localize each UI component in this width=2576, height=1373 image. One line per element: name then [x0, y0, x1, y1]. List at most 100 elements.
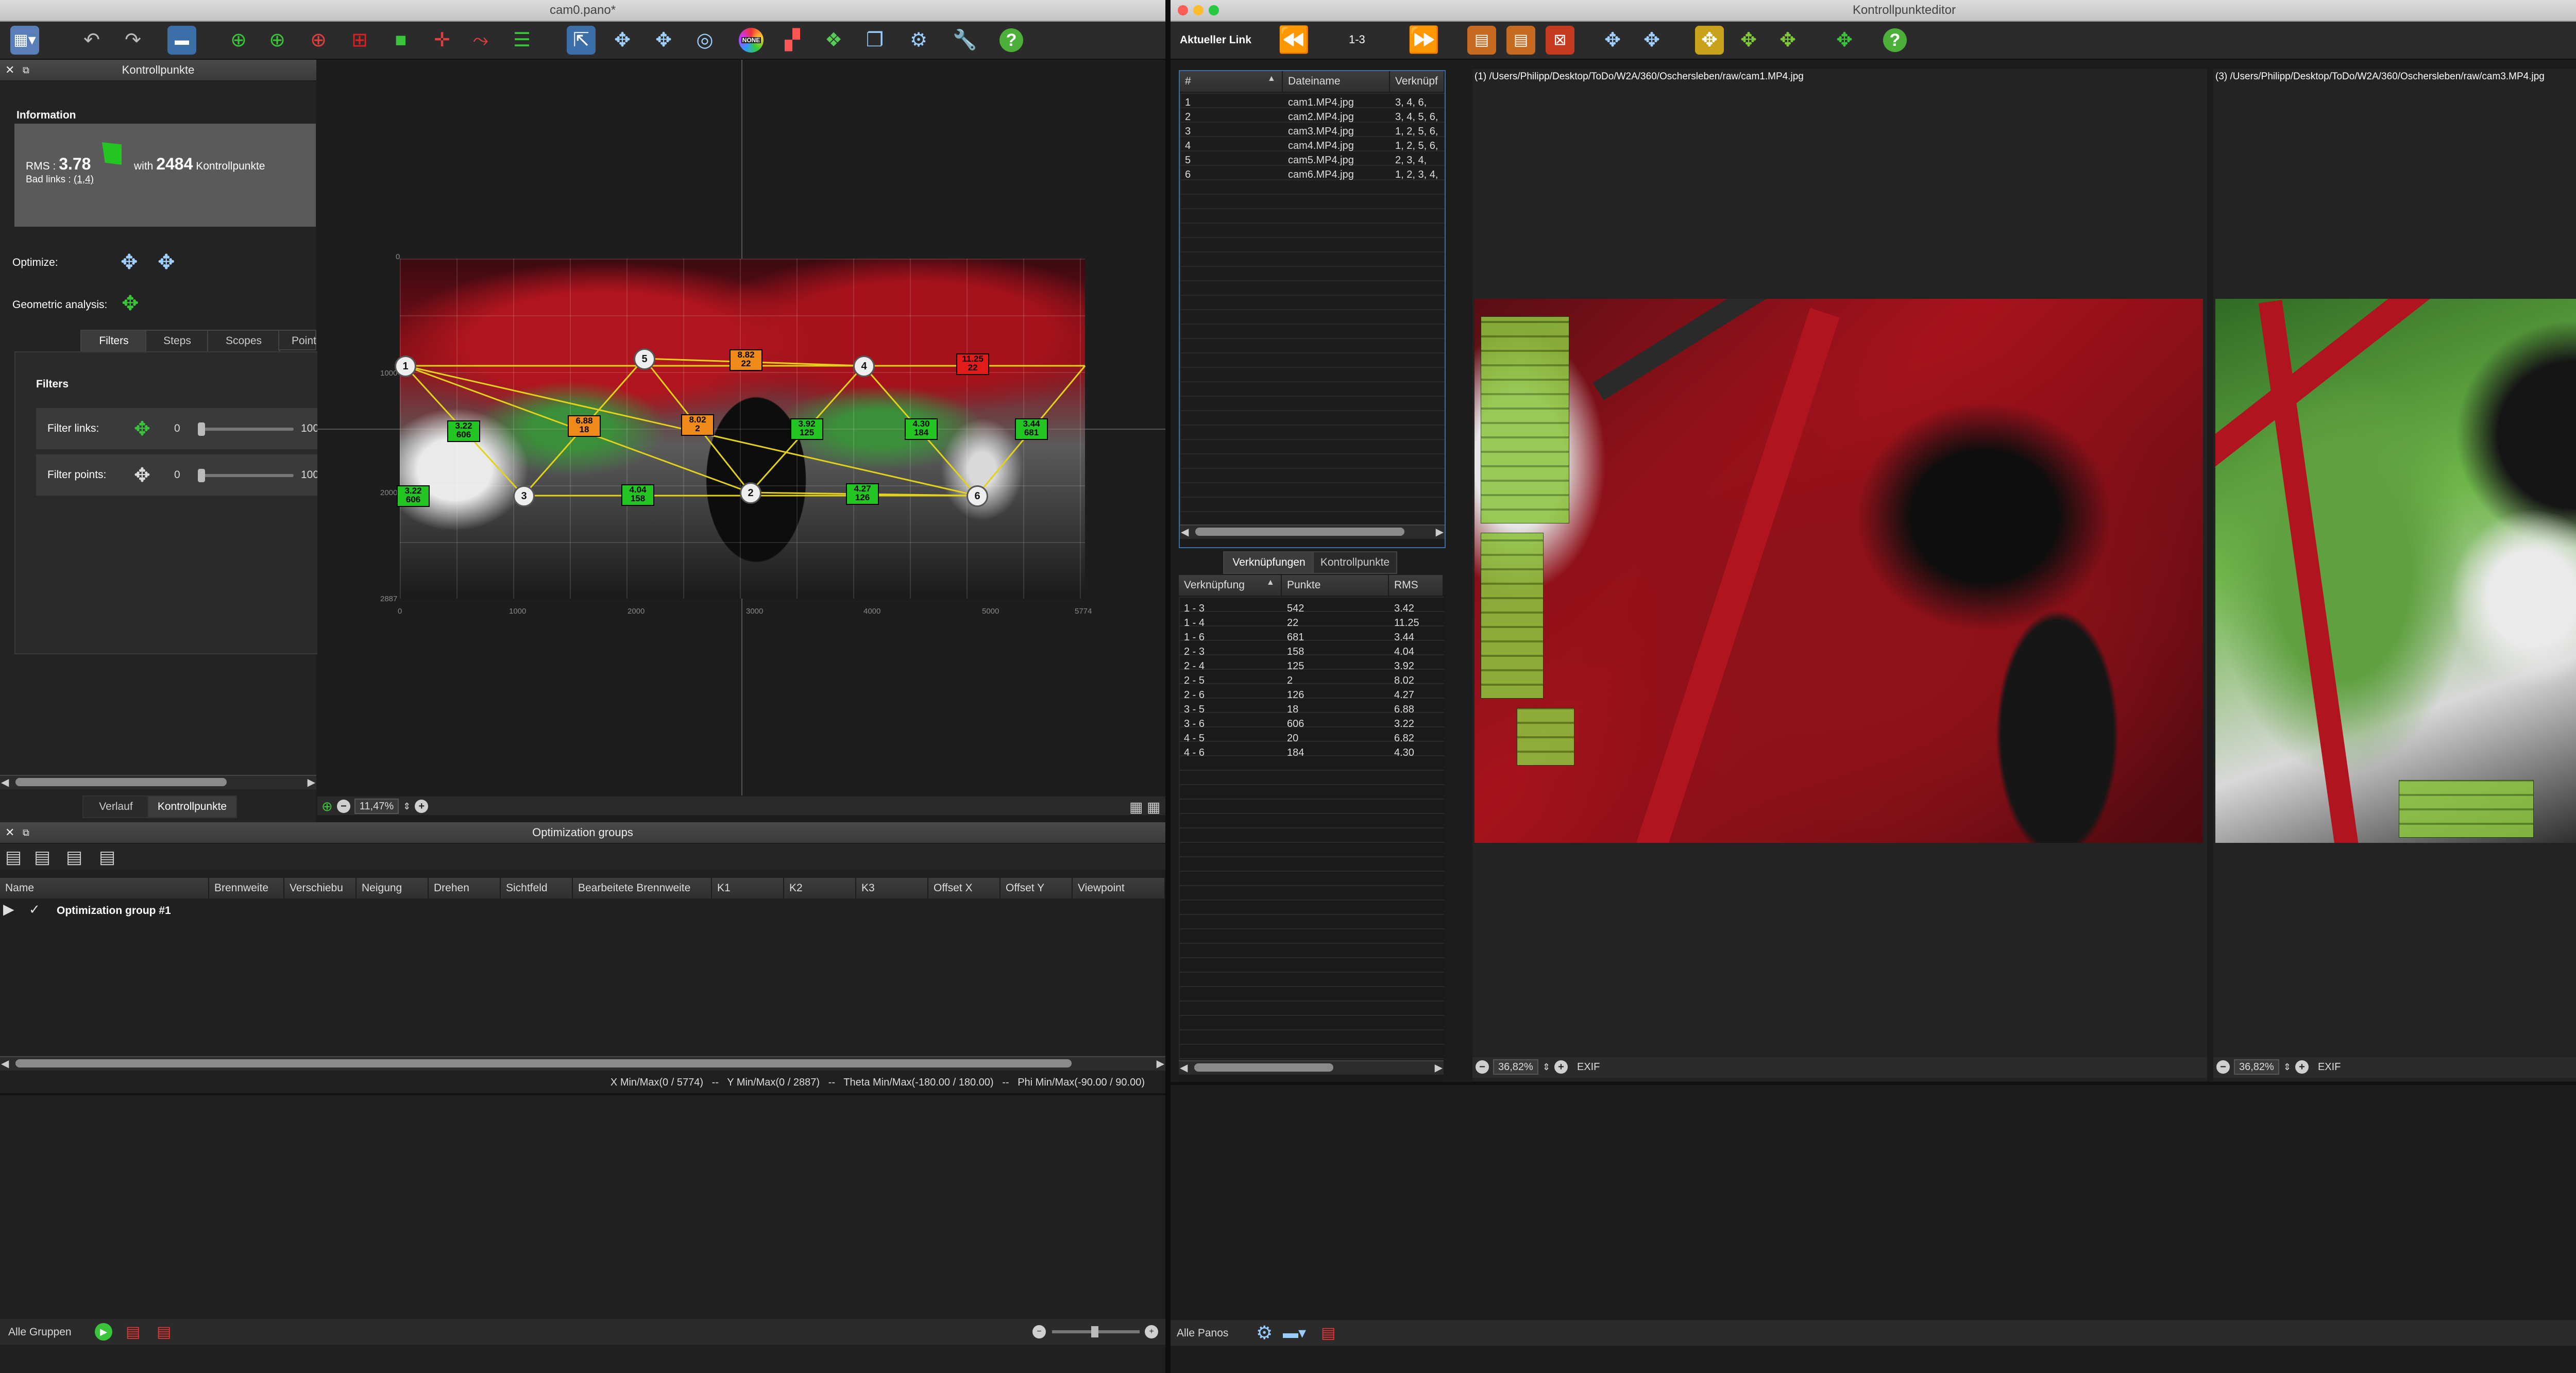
layout-icon[interactable]: ▦ [1147, 799, 1160, 816]
zoom-in-button[interactable]: + [1554, 1060, 1568, 1074]
tab-kontrollpunkte[interactable]: Kontrollpunkte [1313, 551, 1397, 574]
col-brennweite[interactable]: Brennweite [209, 878, 284, 899]
exif-link[interactable]: EXIF [2318, 1061, 2341, 1073]
target-icon[interactable]: ⊕ [304, 26, 333, 55]
table-row[interactable]: 3 cam3.MP4.jpg 1, 2, 5, 6, [1180, 126, 1445, 140]
tab-filters[interactable]: Filters [80, 330, 147, 352]
zoom-out-button[interactable]: − [1476, 1060, 1489, 1074]
col-k3[interactable]: K3 [856, 878, 928, 899]
compass-icon[interactable]: ✥ [649, 26, 678, 55]
remove-group-icon[interactable]: ▤ [99, 847, 115, 868]
optimize-icon[interactable]: ✥ [121, 250, 138, 274]
link-list-scrollbar[interactable]: ◀ ▶ [1179, 1060, 1444, 1075]
crop-icon[interactable]: ■ [386, 26, 415, 55]
zoom-field[interactable]: 11,47% [354, 799, 399, 814]
table-row[interactable]: 1 - 4 22 11.25 [1179, 617, 1444, 632]
link-label[interactable]: 3.44 681 [1015, 418, 1048, 440]
close-window-button[interactable] [1178, 5, 1188, 15]
link-label[interactable]: 4.04 158 [621, 484, 654, 506]
filter-points-icon[interactable]: ✥ [134, 464, 150, 487]
link-label[interactable]: 8.02 2 [681, 414, 714, 436]
footer-slider-knob[interactable] [1091, 1326, 1098, 1337]
scroll-right-icon[interactable]: ▶ [1435, 1061, 1443, 1074]
filter-links-icon[interactable]: ✥ [134, 417, 150, 440]
layers-icon[interactable]: ☰ [507, 26, 536, 55]
grid-icon[interactable]: ▦▾ [10, 26, 39, 55]
table-row[interactable]: 3 - 5 18 6.88 [1179, 704, 1444, 718]
bad-links-value[interactable]: (1,4) [74, 174, 94, 185]
zoom-out-button[interactable]: − [2216, 1060, 2230, 1074]
link-label[interactable]: 6.88 18 [568, 415, 601, 437]
save-cp-icon[interactable]: ▤ [1467, 26, 1496, 55]
link-label[interactable]: 3.22 606 [397, 485, 430, 507]
scroll-right-icon[interactable]: ▶ [1157, 1057, 1164, 1070]
col-sichtfeld[interactable]: Sichtfeld [501, 878, 573, 899]
scroll-thumb[interactable] [15, 778, 227, 786]
none-icon[interactable]: NONE [737, 26, 766, 55]
detect-icon[interactable]: ✥ [1695, 26, 1724, 55]
float-icon[interactable]: ⧉ [23, 822, 29, 843]
scroll-thumb[interactable] [1194, 1063, 1333, 1072]
tab-scopes[interactable]: Scopes [207, 330, 280, 352]
col-verschiebung[interactable]: Verschiebu [284, 878, 357, 899]
color-icon[interactable]: ▞ [778, 26, 807, 55]
settings-icon[interactable]: ⚙ [1256, 1322, 1273, 1344]
tab-kontrollpunkte[interactable]: Kontrollpunkte [147, 795, 237, 818]
add-group-icon[interactable]: ▤ [5, 847, 22, 868]
col-rms[interactable]: RMS [1389, 575, 1444, 596]
tab-verknuepfungen[interactable]: Verknüpfungen [1223, 551, 1315, 574]
image-node[interactable]: 3 [513, 485, 535, 507]
target-icon[interactable]: ⊕ [224, 26, 253, 55]
play-icon[interactable]: ▶ [95, 1323, 112, 1341]
image-view-3[interactable] [2215, 299, 2576, 843]
image-view-1[interactable] [1475, 299, 2203, 843]
scroll-left-icon[interactable]: ◀ [1, 1057, 9, 1070]
scroll-thumb[interactable] [1195, 528, 1404, 536]
table-row[interactable]: 2 - 3 158 4.04 [1179, 646, 1444, 660]
optimize-all-icon[interactable]: ✥ [158, 250, 175, 274]
zoom-fit-icon[interactable]: ⊕ [321, 799, 333, 815]
prev-link-icon[interactable]: ⏪ [1278, 25, 1310, 55]
cp-cluster[interactable] [1517, 708, 1574, 766]
geo-analysis-icon[interactable]: ✥ [1830, 26, 1859, 55]
delete-icon[interactable]: ▤ [157, 1323, 171, 1341]
table-row[interactable]: 5 cam5.MP4.jpg 2, 3, 4, [1180, 155, 1445, 169]
compass-icon[interactable]: ◎ [690, 26, 719, 55]
col-offset-x[interactable]: Offset X [928, 878, 1001, 899]
col-k2[interactable]: K2 [784, 878, 856, 899]
undo-icon[interactable]: ↶ [77, 26, 106, 55]
optimize-all-icon[interactable]: ✥ [1637, 26, 1666, 55]
cp-cluster[interactable] [1481, 316, 1569, 523]
zoom-field[interactable]: 36,82% [1493, 1059, 1538, 1075]
image-node[interactable]: 6 [967, 485, 988, 507]
exif-link[interactable]: EXIF [1577, 1061, 1600, 1073]
col-viewpoint[interactable]: Viewpoint [1073, 878, 1165, 899]
table-row[interactable]: 2 cam2.MP4.jpg 3, 4, 5, 6, [1180, 111, 1445, 126]
link-label[interactable]: 11.25 22 [956, 353, 989, 375]
line-icon[interactable]: ⤳ [466, 26, 495, 55]
zoom-stepper-icon[interactable]: ⇕ [2283, 1062, 2291, 1073]
zoom-in-button[interactable]: + [415, 800, 429, 813]
col-filename[interactable]: Dateiname [1283, 71, 1390, 92]
settings-icon[interactable]: ⚙ [904, 26, 933, 55]
table-row[interactable]: 1 - 3 542 3.42 [1179, 603, 1444, 617]
scroll-thumb[interactable] [15, 1059, 1072, 1067]
crosshair-icon[interactable]: ✛ [428, 26, 456, 55]
close-icon[interactable]: ✕ [5, 822, 14, 843]
image-node[interactable]: 2 [740, 482, 761, 504]
table-row[interactable]: 4 - 5 20 6.82 [1179, 733, 1444, 747]
image-node[interactable]: 5 [634, 348, 655, 370]
table-row[interactable]: 2 - 4 125 3.92 [1179, 660, 1444, 675]
edit-group-icon[interactable]: ▤ [34, 847, 50, 868]
zoom-field[interactable]: 36,82% [2234, 1059, 2279, 1075]
layout-icon[interactable]: ▦ [1129, 799, 1143, 816]
move-icon[interactable]: ⇱ [567, 26, 596, 55]
col-neigung[interactable]: Neigung [357, 878, 429, 899]
filter-points-knob[interactable] [198, 469, 205, 482]
next-link-icon[interactable]: ⏩ [1408, 25, 1439, 55]
expand-icon[interactable]: ▶ [3, 901, 14, 918]
table-row[interactable]: 6 cam6.MP4.jpg 1, 2, 3, 4, [1180, 169, 1445, 183]
help-icon[interactable]: ? [997, 26, 1026, 55]
scroll-left-icon[interactable]: ◀ [1181, 526, 1189, 538]
panorama-viewer[interactable]: 0 1000 2000 2887 0 1000 2000 3000 4000 5… [317, 60, 1165, 815]
